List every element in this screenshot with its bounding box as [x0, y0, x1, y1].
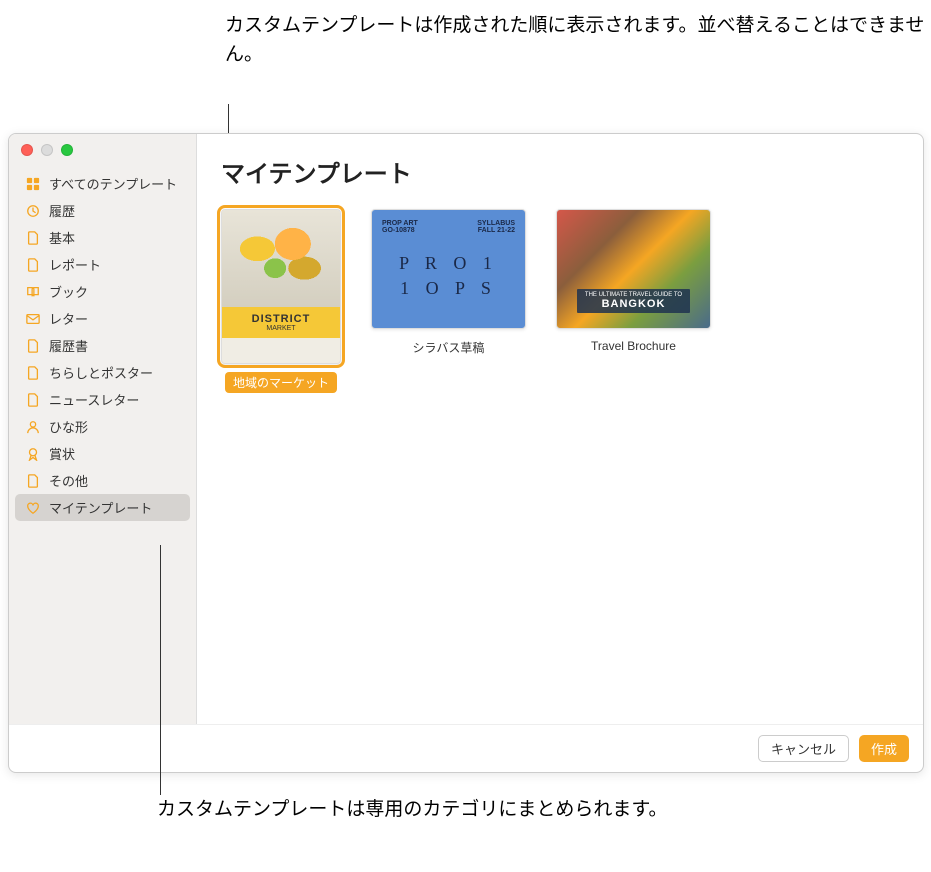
- sidebar-item-label: ブック: [49, 282, 88, 301]
- template-grid: DISTRICT MARKET 地域のマーケット PROP ART GO-108…: [221, 209, 899, 393]
- sidebar-item-label: その他: [49, 471, 88, 490]
- thumb-head-left: PROP ART GO-10878: [382, 220, 418, 234]
- thumb-head-right: SYLLABUS FALL 21-22: [477, 220, 515, 234]
- sidebar-item-flyers[interactable]: ちらしとポスター: [15, 359, 190, 386]
- callout-top: カスタムテンプレートは作成された順に表示されます。並べ替えることはできません。: [225, 12, 931, 69]
- clock-icon: [25, 203, 41, 219]
- footer: キャンセル 作成: [9, 724, 923, 772]
- envelope-icon: [25, 311, 41, 327]
- template-label: シラバス草稿: [405, 337, 493, 358]
- callout-line-bottom: [160, 545, 161, 795]
- close-window-icon[interactable]: [21, 144, 33, 156]
- zoom-window-icon[interactable]: [61, 144, 73, 156]
- template-thumbnail: THE ULTIMATE TRAVEL GUIDE TO BANGKOK: [556, 209, 711, 329]
- sidebar-item-label: ニュースレター: [49, 390, 139, 409]
- template-label: 地域のマーケット: [225, 372, 337, 393]
- minimize-window-icon[interactable]: [41, 144, 53, 156]
- callout-bottom: カスタムテンプレートは専用のカテゴリにまとめられます。: [157, 796, 668, 825]
- doc-icon: [25, 473, 41, 489]
- thumb-tag-big: BANGKOK: [585, 298, 682, 310]
- sidebar-item-books[interactable]: ブック: [15, 278, 190, 305]
- template-thumbnail: DISTRICT MARKET: [221, 209, 341, 364]
- sidebar-item-history[interactable]: 履歴: [15, 197, 190, 224]
- book-icon: [25, 284, 41, 300]
- create-button[interactable]: 作成: [859, 735, 909, 762]
- sidebar-item-label: 基本: [49, 228, 75, 247]
- sidebar-item-newsletters[interactable]: ニュースレター: [15, 386, 190, 413]
- sidebar-item-label: 履歴書: [49, 336, 88, 355]
- ribbon-icon: [25, 446, 41, 462]
- sidebar-item-label: 賞状: [49, 444, 75, 463]
- person-icon: [25, 419, 41, 435]
- heart-icon: [25, 500, 41, 516]
- template-card-district-market[interactable]: DISTRICT MARKET 地域のマーケット: [221, 209, 341, 393]
- grid-icon: [25, 176, 41, 192]
- sidebar-item-my-templates[interactable]: マイテンプレート: [15, 494, 190, 521]
- sidebar-item-label: 履歴: [49, 201, 75, 220]
- doc-icon: [25, 230, 41, 246]
- doc-icon: [25, 338, 41, 354]
- thumb-body: P R O 1 1 O P S: [382, 234, 515, 318]
- sidebar-item-resumes[interactable]: 履歴書: [15, 332, 190, 359]
- sidebar-item-stationery[interactable]: ひな形: [15, 413, 190, 440]
- sidebar-item-basic[interactable]: 基本: [15, 224, 190, 251]
- template-label: Travel Brochure: [583, 337, 684, 355]
- doc-icon: [25, 257, 41, 273]
- thumb-title: DISTRICT: [228, 313, 334, 325]
- sidebar-item-certificates[interactable]: 賞状: [15, 440, 190, 467]
- template-card-travel-brochure[interactable]: THE ULTIMATE TRAVEL GUIDE TO BANGKOK Tra…: [556, 209, 711, 393]
- sidebar-item-letters[interactable]: レター: [15, 305, 190, 332]
- traffic-lights: [9, 134, 85, 166]
- sidebar-item-label: マイテンプレート: [49, 498, 152, 517]
- template-chooser-window: すべてのテンプレート 履歴 基本 レポート ブック レター: [8, 133, 924, 773]
- sidebar-item-label: ちらしとポスター: [49, 363, 153, 382]
- doc-icon: [25, 365, 41, 381]
- sidebar-item-reports[interactable]: レポート: [15, 251, 190, 278]
- thumb-subtitle: MARKET: [228, 325, 334, 332]
- main-content: マイテンプレート DISTRICT MARKET 地域のマーケット: [197, 134, 923, 724]
- template-card-syllabus[interactable]: PROP ART GO-10878 SYLLABUS FALL 21-22 P …: [371, 209, 526, 393]
- template-thumbnail: PROP ART GO-10878 SYLLABUS FALL 21-22 P …: [371, 209, 526, 329]
- sidebar-item-label: すべてのテンプレート: [49, 174, 177, 193]
- sidebar-item-all-templates[interactable]: すべてのテンプレート: [15, 170, 190, 197]
- sidebar-item-label: ひな形: [49, 417, 88, 436]
- sidebar-item-other[interactable]: その他: [15, 467, 190, 494]
- doc-icon: [25, 392, 41, 408]
- page-title: マイテンプレート: [221, 154, 899, 189]
- cancel-button[interactable]: キャンセル: [758, 735, 849, 762]
- sidebar: すべてのテンプレート 履歴 基本 レポート ブック レター: [9, 134, 197, 724]
- sidebar-item-label: レター: [49, 309, 88, 328]
- sidebar-item-label: レポート: [49, 255, 101, 274]
